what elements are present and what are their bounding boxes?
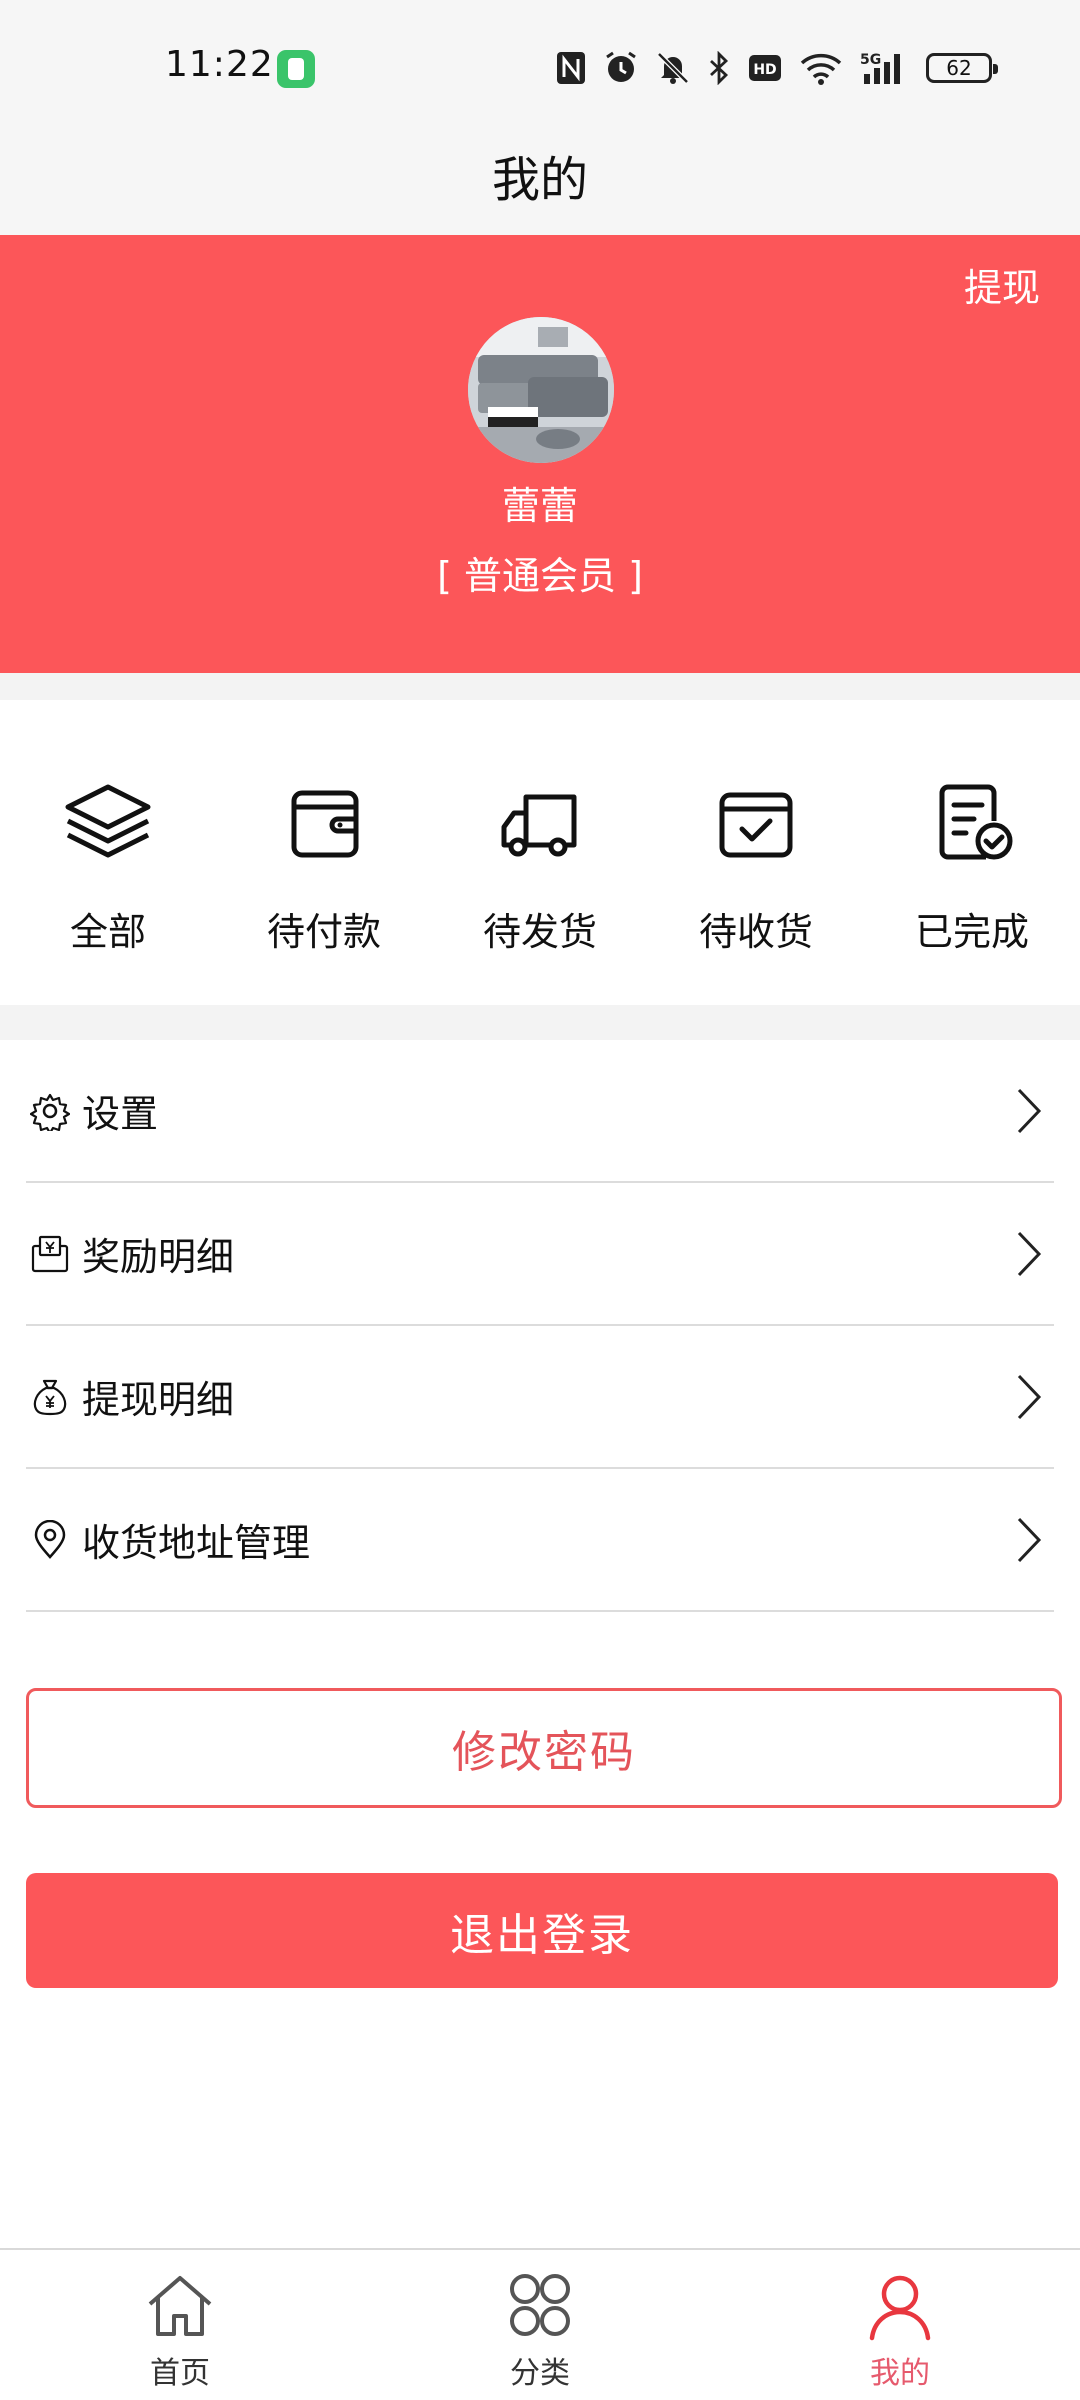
wallet-icon (291, 790, 359, 858)
menu-item-reward-details-label: 奖励明细 (82, 1235, 235, 1279)
logout-button[interactable]: 退出登录 (26, 1873, 1058, 1988)
money-bag-icon (33, 1379, 67, 1415)
order-pending-payment-label: 待付款 (266, 910, 381, 954)
order-completed-label: 已完成 (914, 910, 1029, 954)
order-all-label: 全部 (69, 910, 146, 954)
order-pending-shipment-label: 待发货 (482, 910, 597, 954)
order-status-row: 全部 待付款 待发货 待收货 已完成 (0, 700, 1080, 1005)
mute-icon (657, 52, 689, 84)
nav-item-mine-label: 我的 (870, 2356, 930, 2391)
box-check-icon (719, 792, 793, 858)
status-bar: 11:22 HD 5G 62 (0, 0, 1080, 135)
notification-app-icon (277, 50, 315, 88)
battery-level: 62 (946, 56, 972, 80)
order-pending-shipment[interactable]: 待发货 (432, 700, 648, 1005)
category-icon (510, 2274, 570, 2336)
gear-icon (30, 1093, 70, 1131)
document-check-icon (939, 784, 1013, 860)
layers-icon (65, 784, 151, 858)
nav-item-home[interactable]: 首页 (80, 2250, 280, 2400)
section-divider (0, 673, 1080, 700)
nav-item-mine[interactable]: 我的 (800, 2250, 1000, 2400)
bluetooth-icon (710, 51, 729, 85)
menu-item-withdraw-details-label: 提现明细 (82, 1378, 235, 1422)
menu-item-address-management-label: 收货地址管理 (82, 1521, 311, 1565)
order-completed[interactable]: 已完成 (864, 700, 1080, 1005)
signal-label: 5G (860, 52, 881, 68)
section-divider (0, 1005, 1080, 1040)
menu-item-address-management[interactable]: 收货地址管理 (26, 1469, 1054, 1612)
signal-5g-icon: 5G (860, 52, 900, 84)
user-icon (869, 2275, 931, 2341)
status-icons: HD 5G 62 (556, 48, 998, 88)
chevron-right-icon (1017, 1231, 1042, 1276)
avatar-image (468, 317, 614, 463)
hd-icon: HD (749, 55, 781, 81)
bottom-nav: 首页 分类 我的 (0, 2248, 1080, 2400)
chevron-right-icon (1017, 1517, 1042, 1562)
status-time: 11:22 (165, 44, 274, 85)
page-title: 我的 (491, 152, 588, 208)
chevron-right-icon (1017, 1374, 1042, 1419)
menu-item-reward-details[interactable]: 奖励明细 (26, 1183, 1054, 1326)
chevron-right-icon (1017, 1088, 1042, 1133)
withdraw-link[interactable]: 提现 (964, 257, 1040, 312)
order-pending-receipt-label: 待收货 (698, 910, 813, 954)
wifi-icon (800, 53, 842, 85)
reward-envelope-icon (31, 1235, 69, 1272)
menu-item-settings[interactable]: 设置 (26, 1040, 1054, 1183)
member-level: [ 普通会员 ] (437, 554, 643, 598)
home-icon (148, 2276, 212, 2336)
change-password-button[interactable]: 修改密码 (26, 1688, 1062, 1808)
truck-icon (501, 794, 577, 857)
order-pending-receipt[interactable]: 待收货 (648, 700, 864, 1005)
nav-item-home-label: 首页 (150, 2356, 210, 2391)
location-pin-icon (34, 1519, 66, 1559)
nfc-icon (557, 52, 585, 84)
nav-item-category-label: 分类 (510, 2356, 570, 2391)
menu-list: 设置 奖励明细 提现明细 收货地址管理 (0, 1040, 1080, 1612)
alarm-icon (606, 51, 636, 82)
title-bar: 我的 (0, 120, 1080, 235)
username: 蕾蕾 (501, 484, 578, 528)
nav-item-category[interactable]: 分类 (440, 2250, 640, 2400)
order-pending-payment[interactable]: 待付款 (216, 700, 432, 1005)
menu-item-settings-label: 设置 (82, 1092, 159, 1136)
menu-item-withdraw-details[interactable]: 提现明细 (26, 1326, 1054, 1469)
avatar[interactable] (468, 317, 614, 463)
hd-label: HD (753, 62, 776, 78)
battery-icon: 62 (926, 53, 998, 83)
order-all[interactable]: 全部 (0, 700, 216, 1005)
profile-banner: 提现 蕾蕾 [ 普通会员 ] (0, 235, 1080, 673)
